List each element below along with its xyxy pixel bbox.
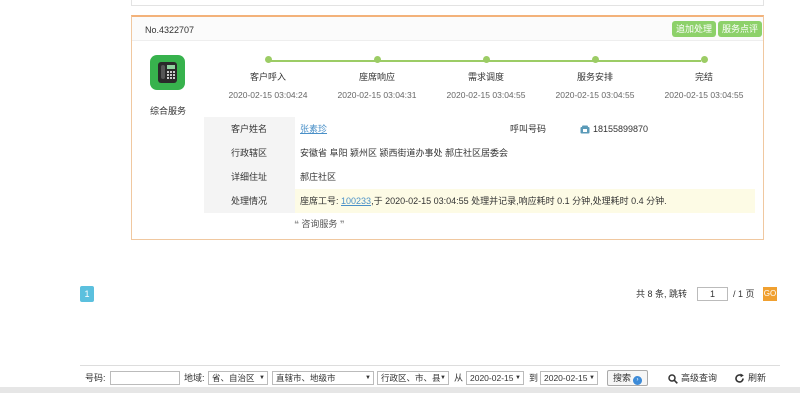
timeline-step-complete: 完结 2020-02-15 03:04:55 (649, 56, 759, 100)
service-tag: ❝ 咨询服务 ❞ (294, 219, 345, 229)
city-select[interactable]: 直辖市、地级市 (272, 371, 374, 385)
processing-label: 处理情况 (204, 189, 295, 213)
to-label: 到 (529, 373, 539, 383)
region-value: 安徽省 阜阳 颍州区 颍西街道办事处 郝庄社区居委会 (300, 148, 509, 158)
number-input[interactable] (110, 371, 180, 385)
processing-row: 处理情况 座席工号: 100233,于 2020-02-15 03:04:55 … (204, 189, 763, 213)
district-select[interactable]: 行政区、市、县 (377, 371, 449, 385)
previous-card-edge (131, 0, 764, 6)
region-row: 行政辖区 安徽省 阜阳 颍州区 颍西街道办事处 郝庄社区居委会 (204, 141, 763, 165)
service-tag-row: ❝ 咨询服务 ❞ (204, 213, 763, 233)
timeline-dot (700, 56, 708, 63)
record-number: No.4322707 (145, 25, 195, 35)
agent-id-link[interactable]: 100233 (341, 196, 371, 206)
search-button-label: 搜索 (613, 373, 632, 383)
timeline-step-time: 2020-02-15 03:04:55 (555, 90, 635, 100)
progress-timeline: 客户呼入 2020-02-15 03:04:24 座席响应 2020-02-15… (213, 41, 763, 119)
address-row: 详细住址 郝庄社区 (204, 165, 763, 189)
to-date-input[interactable]: 2020-02-15 (540, 371, 598, 385)
region-filter-label: 地域: (184, 373, 205, 383)
timeline-dot (591, 56, 599, 63)
from-date-input[interactable]: 2020-02-15 (466, 371, 524, 385)
timeline-step-name: 需求调度 (467, 72, 504, 82)
address-label: 详细住址 (204, 165, 295, 189)
timeline-step-name: 客户呼入 (249, 72, 286, 82)
refresh-icon (735, 373, 744, 383)
timeline-dot (264, 56, 272, 63)
telephone-icon (580, 125, 590, 134)
page-jump-input[interactable]: 1 (697, 287, 728, 301)
pagination-total: / 1 页 (733, 289, 755, 299)
timeline-step-name: 座席响应 (358, 72, 395, 82)
magnifier-icon (668, 373, 678, 384)
go-button[interactable]: GO (763, 287, 777, 301)
add-handling-button[interactable]: 追加处理 (672, 21, 717, 37)
search-icon: › (633, 376, 643, 385)
caller-number: 18155899870 (580, 117, 648, 141)
timeline-step-time: 2020-02-15 03:04:55 (664, 90, 744, 100)
pagination-summary: 共 8 条, 跳转 (636, 289, 688, 299)
timeline-dot (373, 56, 381, 63)
customer-name-label: 客户姓名 (204, 117, 295, 141)
timeline-step-time: 2020-02-15 03:04:55 (446, 90, 526, 100)
search-button[interactable]: 搜索 › (607, 370, 649, 386)
region-label: 行政辖区 (204, 141, 295, 165)
address-value: 郝庄社区 (300, 172, 337, 182)
number-label: 号码: (85, 373, 106, 383)
timeline-step-dispatch: 需求调度 2020-02-15 03:04:55 (431, 56, 541, 100)
service-rating-button[interactable]: 服务点评 (718, 21, 763, 37)
customer-name-link[interactable]: 张素珍 (300, 117, 327, 141)
timeline-step-name: 服务安排 (576, 72, 613, 82)
timeline-step-arrangement: 服务安排 2020-02-15 03:04:55 (540, 56, 650, 100)
filter-bar: 号码: 地域: 省、自治区 直辖市、地级市 行政区、市、县 从 2020-02-… (80, 365, 780, 387)
refresh-button[interactable]: 刷新 (734, 371, 766, 385)
timeline-step-time: 2020-02-15 03:04:31 (337, 90, 417, 100)
province-select[interactable]: 省、自治区 (208, 371, 268, 385)
timeline-step-time: 2020-02-15 03:04:24 (228, 90, 308, 100)
phone-icon (150, 55, 185, 90)
service-tag-text: 咨询服务 (301, 219, 338, 229)
timeline-step-call-in: 客户呼入 2020-02-15 03:04:24 (213, 56, 323, 100)
advanced-search-button[interactable]: 高级查询 (668, 371, 717, 385)
processing-detail: ,于 2020-02-15 03:04:55 处理并记录,响应耗时 0.1 分钟… (371, 196, 667, 206)
service-type-panel: 综合服务 (132, 41, 204, 240)
service-type-label: 综合服务 (149, 106, 186, 116)
record-card: No.4322707 追加处理 服务点评 综合服务 客户呼入 2020-02-1… (131, 15, 764, 240)
timeline-dot (482, 56, 490, 63)
record-details: 客户姓名 张素珍 呼叫号码 18155899870 行政辖区 安徽省 阜阳 颍州… (204, 117, 763, 233)
customer-row: 客户姓名 张素珍 呼叫号码 18155899870 (204, 117, 763, 141)
timeline-step-name: 完结 (694, 72, 713, 82)
refresh-label: 刷新 (748, 373, 767, 383)
advanced-search-label: 高级查询 (681, 373, 718, 383)
processing-prefix: 座席工号: (300, 196, 342, 206)
processing-value: 座席工号: 100233,于 2020-02-15 03:04:55 处理并记录… (295, 189, 755, 213)
caller-number-value: 18155899870 (593, 124, 649, 134)
from-label: 从 (454, 373, 464, 383)
bottom-edge (0, 387, 800, 393)
caller-number-label: 呼叫号码 (510, 124, 547, 134)
record-card-header: No.4322707 追加处理 服务点评 (132, 17, 763, 41)
timeline-step-agent-response: 座席响应 2020-02-15 03:04:31 (322, 56, 432, 100)
page-number-button[interactable]: 1 (80, 286, 94, 302)
